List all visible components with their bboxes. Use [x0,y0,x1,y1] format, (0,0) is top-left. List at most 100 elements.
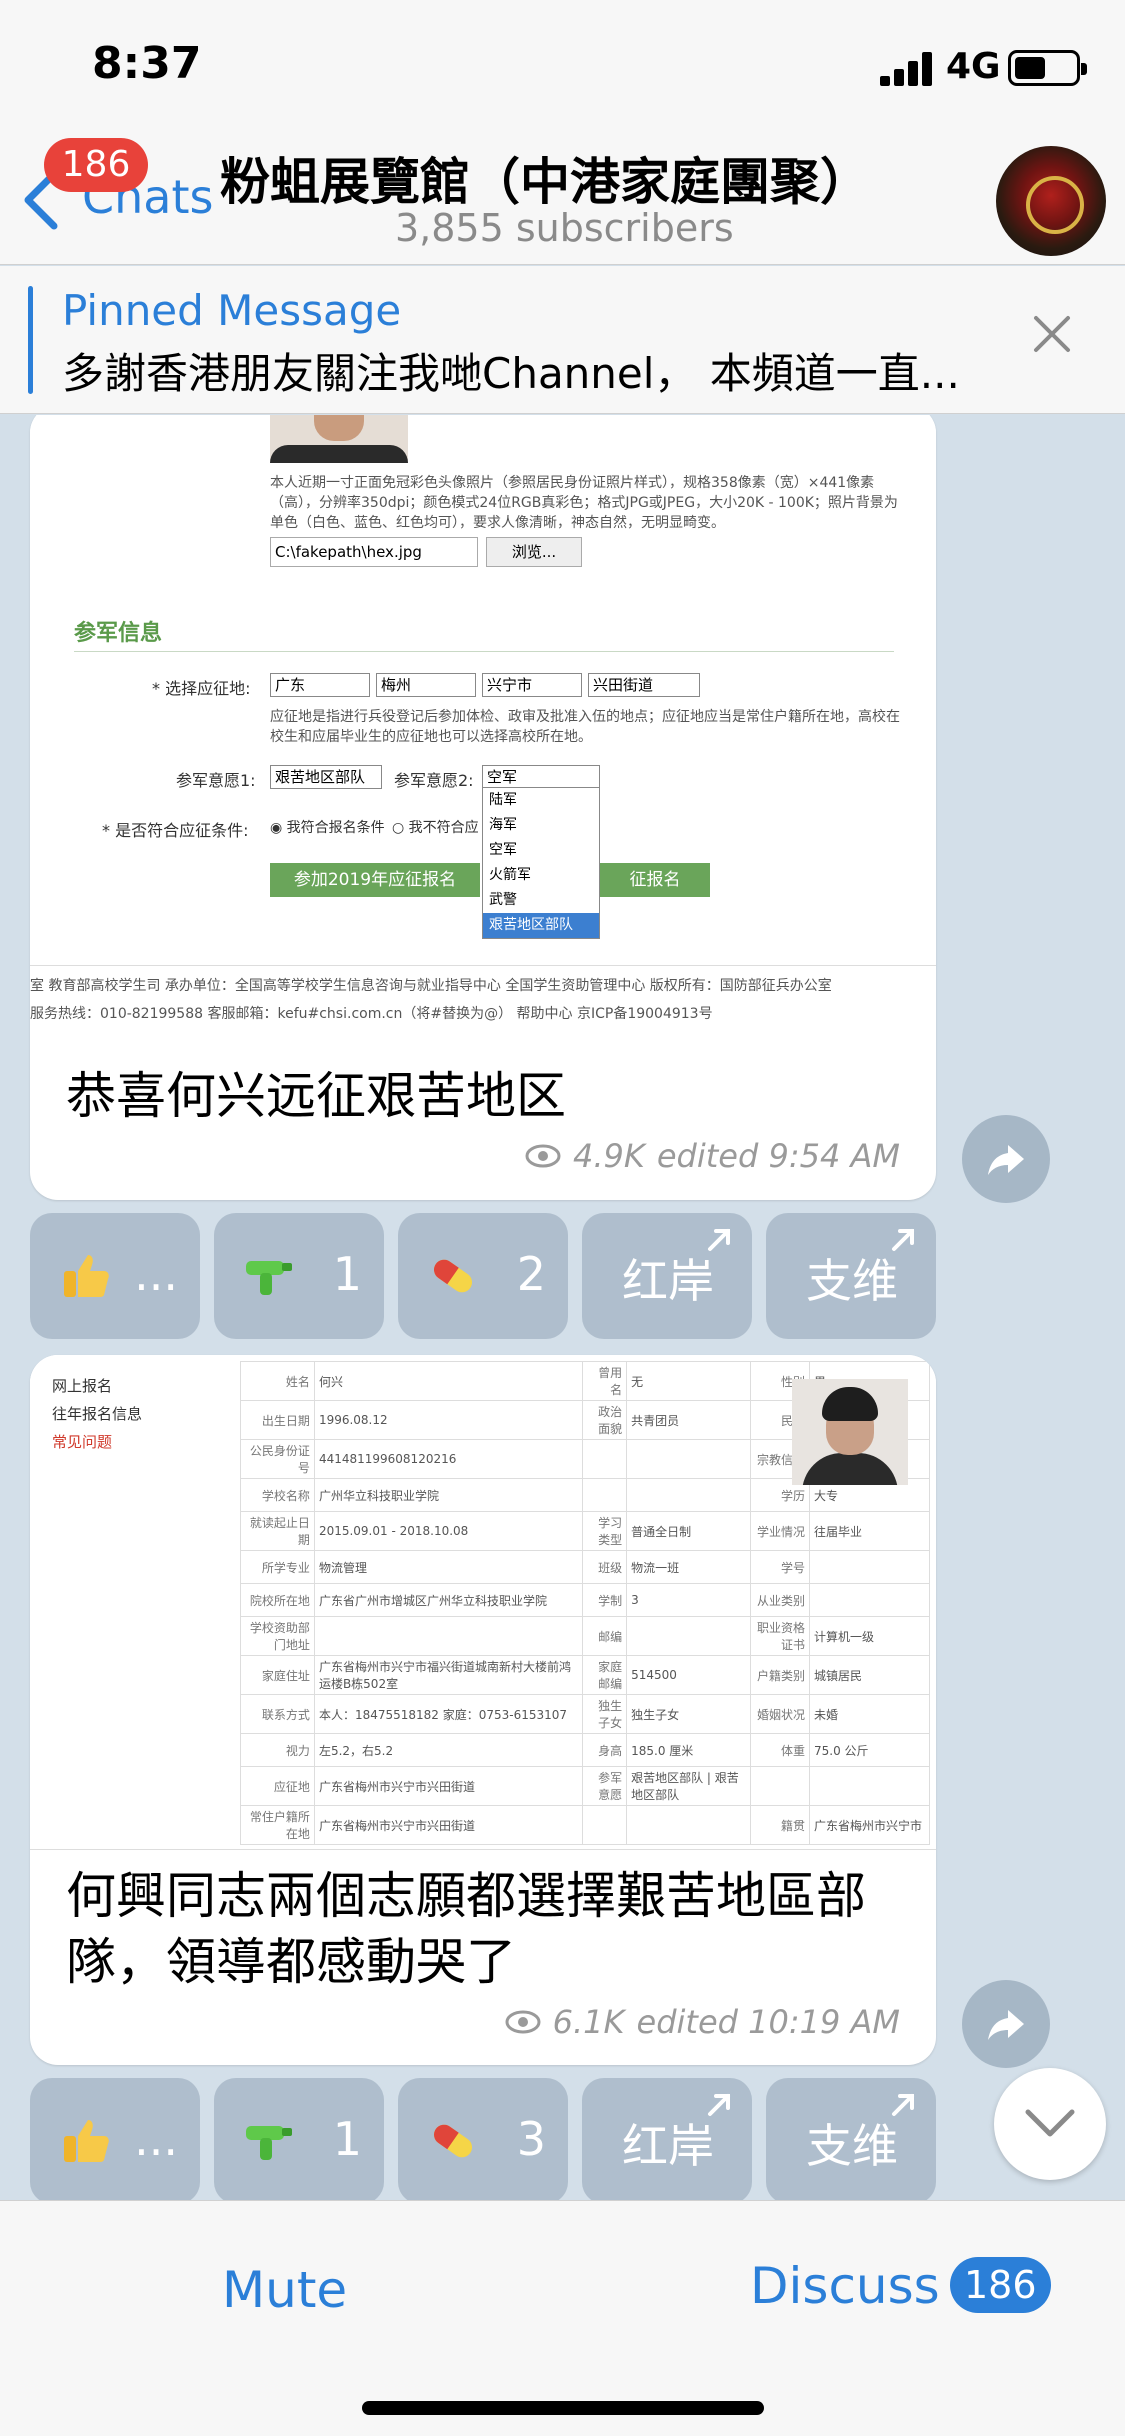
province-select: 广东 [270,673,370,697]
dropdown-option: 海军 [489,817,517,833]
reaction-bar: ... 1 3 红岸 支维 [30,2078,936,2200]
message-image[interactable]: 网上报名 往年报名信息 常见问题 姓名何兴曾用名无性别男出生日期1996.08.… [30,1355,936,1850]
views-icon [525,1144,561,1168]
view-count: 6.1K [552,2003,625,2041]
inline-link-button[interactable]: 红岸 [582,2078,752,2200]
reaction-count: 1 [332,2112,362,2166]
reaction-pill[interactable]: 3 [398,2078,568,2200]
status-time: 8:37 [92,38,202,89]
dropdown-option: 空军 [489,842,517,858]
table-cell: 未婚 [809,1694,930,1734]
scroll-to-bottom-button[interactable] [994,2068,1106,2180]
channel-title[interactable]: 粉蛆展覽館（中港家庭團聚） [220,142,920,214]
message-image[interactable]: 本人近期一寸正面免冠彩色头像照片（参照居民身份证照片样式），规格358像素（宽）… [30,415,936,1050]
table-cell: 公民身份证号 [240,1439,315,1479]
qualify-label: * 是否符合应征条件: [102,821,249,840]
reaction-thumbs-up[interactable]: ... [30,1213,200,1339]
table-cell [582,1805,628,1845]
reaction-water-gun[interactable]: 1 [214,2078,384,2200]
reaction-water-gun[interactable]: 1 [214,1213,384,1339]
inline-link-button[interactable]: 支维 [766,2078,936,2200]
discuss-button[interactable]: Discuss [750,2257,940,2315]
channel-footer: Mute Discuss 186 [0,2200,1125,2436]
county-select: 兴宁市 [482,673,582,697]
file-path-input: C:\fakepath\hex.jpg [270,537,478,567]
network-type: 4G [946,46,1001,87]
message-list[interactable]: 本人近期一寸正面免冠彩色头像照片（参照居民身份证照片样式），规格358像素（宽）… [0,415,1125,2200]
table-cell: 往届毕业 [809,1511,930,1551]
photo-note: 本人近期一寸正面免冠彩色头像照片（参照居民身份证照片样式），规格358像素（宽）… [270,475,898,531]
table-cell: 体重 [750,1733,810,1767]
sidebar-item: 往年报名信息 [52,1405,143,1423]
thumbs-up-icon [64,1255,109,1297]
city-select: 梅州 [376,673,476,697]
table-cell: 3 [626,1583,752,1617]
table-cell: 广东省梅州市兴宁市 [809,1805,930,1845]
dropdown-option-selected: 艰苦地区部队 [483,913,599,938]
share-button[interactable] [962,1115,1050,1203]
table-cell [626,1805,752,1845]
reaction-count: 1 [332,1247,362,1301]
inline-link-button[interactable]: 红岸 [582,1213,752,1339]
channel-avatar[interactable] [996,146,1106,256]
table-cell: 学校名称 [240,1478,315,1512]
share-button[interactable] [962,1980,1050,2068]
table-cell: 广东省梅州市兴宁市兴田街道 [313,1805,584,1845]
table-cell: 联系方式 [240,1694,315,1734]
mute-button[interactable]: Mute [222,2261,347,2319]
table-cell: 学制 [582,1583,628,1617]
qualify-no: ○ 我不符合应 [392,820,479,836]
table-cell [626,1478,752,1512]
message-meta: 6.1K edited 10:19 AM [505,2003,900,2041]
link-label: 红岸 [622,1254,714,1308]
reaction-pill[interactable]: 2 [398,1213,568,1339]
pinned-message[interactable]: Pinned Message 多謝香港朋友關注我哋Channel， 本頻道一直.… [0,266,1125,414]
message-bubble[interactable]: 本人近期一寸正面免冠彩色头像照片（参照居民身份证照片样式），规格358像素（宽）… [30,415,936,1200]
reaction-thumbs-up[interactable]: ... [30,2078,200,2200]
section-divider [74,651,894,652]
views-icon [505,2010,541,2034]
share-arrow-icon [988,1145,1024,1175]
message-bubble[interactable]: 网上报名 往年报名信息 常见问题 姓名何兴曾用名无性别男出生日期1996.08.… [30,1355,936,2065]
table-cell: 从业类别 [750,1583,810,1617]
apply-button: 参加2019年应征报名 [270,863,480,897]
table-cell: 参军意愿 [582,1766,628,1806]
table-cell [809,1583,930,1617]
home-indicator[interactable] [362,2401,764,2415]
table-cell [809,1766,930,1806]
table-cell: 物流管理 [313,1550,584,1584]
table-cell: 共青团员 [626,1400,752,1440]
close-icon[interactable] [1030,312,1074,356]
dropdown-option: 火箭军 [489,867,531,883]
table-cell: 就读起止日期 [240,1511,315,1551]
sidebar-item: 网上报名 [52,1377,113,1395]
table-cell [626,1439,752,1479]
table-cell: 家庭住址 [240,1655,315,1695]
table-cell: 姓名 [240,1361,315,1401]
water-gun-icon [246,1261,292,1295]
message-meta: 4.9K edited 9:54 AM [525,1137,900,1175]
external-link-icon [708,2094,730,2116]
reaction-bar: ... 1 2 红岸 支维 [30,1213,936,1339]
inline-link-button[interactable]: 支维 [766,1213,936,1339]
chat-header: Chats 186 粉蛆展覽館（中港家庭團聚） 3,855 subscriber… [0,130,1125,265]
reaction-count: 3 [516,2112,546,2166]
table-cell: 1996.08.12 [313,1400,584,1440]
pill-icon [433,1259,473,1293]
section-title: 参军信息 [74,621,163,646]
thumbs-up-icon [64,2120,109,2162]
table-cell: 本人：18475518182 家庭：0753-6153107 [313,1694,584,1734]
table-cell: 籍贯 [750,1805,810,1845]
wish1-select: 艰苦地区部队 [270,765,382,789]
signal-icon [880,52,936,86]
qualify-yes: ◉ 我符合报名条件 [270,820,385,836]
wish2-dropdown: 陆军 海军 空军 火箭军 武警 艰苦地区部队 [482,787,600,939]
table-cell: 学号 [750,1550,810,1584]
reaction-count: ... [134,2112,178,2166]
sidebar-item: 常见问题 [52,1433,113,1451]
table-cell: 左5.2，右5.2 [313,1733,584,1767]
table-cell: 计算机一级 [809,1616,930,1656]
table-row: 院校所在地 广东省广州市增城区广州华立科技职业学院 学制 3 从业类别 [240,1583,930,1617]
footer-line-1: 室 教育部高校学生司 承办单位：全国高等学校学生信息咨询与就业指导中心 全国学生… [30,978,832,994]
discuss-badge: 186 [950,2257,1051,2313]
